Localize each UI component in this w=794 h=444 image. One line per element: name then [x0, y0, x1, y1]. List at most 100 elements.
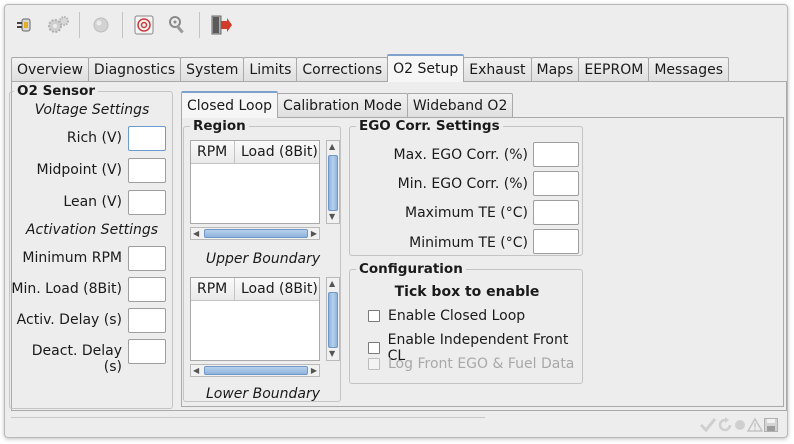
max-te-input[interactable]: [533, 200, 579, 225]
exit-door-icon: [211, 15, 232, 35]
min-te-input[interactable]: [533, 229, 579, 254]
column-header-load[interactable]: Load (8Bit): [235, 141, 318, 163]
gears-icon: [48, 16, 69, 33]
scroll-up-arrow[interactable]: ▲: [329, 142, 335, 152]
midpoint-label: Midpoint (V): [36, 162, 122, 178]
o2-sensor-title: O2 Sensor: [14, 83, 99, 99]
tab-limits[interactable]: Limits: [243, 57, 298, 82]
max-ego-corr-label: Max. EGO Corr. (%): [393, 147, 528, 163]
column-header-rpm[interactable]: RPM: [191, 141, 235, 163]
scroll-thumb[interactable]: [328, 155, 338, 211]
scroll-left-arrow[interactable]: ◀: [193, 366, 199, 376]
region-title: Region: [190, 118, 249, 134]
tab-calibration-mode[interactable]: Calibration Mode: [277, 93, 408, 118]
tab-wideband-o2[interactable]: Wideband O2: [406, 93, 514, 118]
scroll-thumb[interactable]: [204, 229, 308, 238]
tab-maps[interactable]: Maps: [530, 57, 580, 82]
scroll-up-arrow[interactable]: ▲: [329, 279, 335, 289]
min-load-label: Min. Load (8Bit): [11, 281, 122, 297]
ego-corr-group: EGO Corr. Settings Max. EGO Corr. (%) Mi…: [349, 118, 583, 256]
min-te-label: Minimum TE (°C): [409, 235, 528, 251]
target-button[interactable]: [129, 10, 159, 40]
toolbar-separator: [122, 12, 123, 38]
activ-delay-label: Activ. Delay (s): [16, 312, 122, 328]
upper-vertical-scrollbar[interactable]: ▲ ▼: [326, 140, 340, 224]
lean-label: Lean (V): [63, 194, 122, 210]
check-icon: [699, 418, 717, 433]
scroll-left-arrow[interactable]: ◀: [193, 229, 199, 239]
enable-front-cl-checkbox[interactable]: [368, 342, 380, 354]
tab-eeprom[interactable]: EEPROM: [578, 57, 650, 82]
configuration-group: Configuration Tick box to enable Enable …: [349, 261, 583, 384]
voltage-settings-heading: Voltage Settings: [34, 102, 150, 118]
scroll-down-arrow[interactable]: ▼: [329, 212, 335, 222]
tab-o2-setup[interactable]: O2 Setup: [387, 54, 465, 82]
tick-box-heading: Tick box to enable: [394, 284, 540, 300]
save-icon[interactable]: [763, 417, 779, 433]
record-button[interactable]: [86, 10, 116, 40]
scroll-thumb[interactable]: [328, 292, 338, 348]
tab-closed-loop[interactable]: Closed Loop: [181, 91, 279, 118]
rich-input[interactable]: [128, 126, 166, 151]
min-load-input[interactable]: [128, 277, 166, 302]
log-front-ego-checkbox: [368, 358, 380, 370]
tab-corrections[interactable]: Corrections: [296, 57, 389, 82]
wrench-key-icon: [169, 16, 184, 34]
table-header: RPM Load (8Bit): [191, 141, 319, 164]
app-window: Overview Diagnostics System Limits Corre…: [4, 4, 788, 438]
tab-exhaust[interactable]: Exhaust: [463, 57, 532, 82]
lean-input[interactable]: [128, 190, 166, 215]
log-front-ego-row: Log Front EGO & Fuel Data: [368, 356, 574, 372]
lower-boundary-table[interactable]: RPM Load (8Bit): [190, 277, 320, 361]
refresh-icon: [718, 417, 732, 432]
activ-delay-input[interactable]: [128, 308, 166, 333]
tab-messages[interactable]: Messages: [648, 57, 729, 82]
target-icon: [134, 15, 154, 35]
midpoint-input[interactable]: [128, 158, 166, 183]
deact-delay-input[interactable]: [128, 339, 166, 364]
status-icons: [699, 417, 779, 433]
scroll-thumb[interactable]: [204, 366, 308, 375]
tab-system[interactable]: System: [180, 57, 245, 82]
min-rpm-input[interactable]: [128, 246, 166, 271]
scroll-right-arrow[interactable]: ▶: [311, 366, 317, 376]
scroll-right-arrow[interactable]: ▶: [311, 229, 317, 239]
warning-icon: [747, 417, 763, 432]
toolbar-separator: [79, 12, 80, 38]
table-header: RPM Load (8Bit): [191, 278, 319, 301]
sub-tab-bar: Closed Loop Calibration Mode Wideband O2: [181, 91, 514, 118]
record-icon: [93, 17, 109, 33]
region-group: Region RPM Load (8Bit) ▲ ▼ ◀ ▶ Upper Bou…: [183, 118, 341, 402]
deact-delay-label: Deact. Delay (s): [31, 343, 122, 375]
activation-settings-heading: Activation Settings: [25, 222, 159, 238]
settings-button[interactable]: [43, 10, 73, 40]
upper-boundary-label: Upper Boundary: [205, 251, 321, 267]
ego-corr-title: EGO Corr. Settings: [356, 118, 503, 134]
lower-horizontal-scrollbar[interactable]: ◀ ▶: [190, 364, 320, 377]
enable-closed-loop-row[interactable]: Enable Closed Loop: [368, 308, 525, 324]
lower-vertical-scrollbar[interactable]: ▲ ▼: [326, 277, 340, 361]
column-header-rpm[interactable]: RPM: [191, 278, 235, 300]
dot-icon: [735, 420, 745, 430]
upper-horizontal-scrollbar[interactable]: ◀ ▶: [190, 227, 320, 240]
tab-diagnostics[interactable]: Diagnostics: [87, 57, 182, 82]
enable-closed-loop-checkbox[interactable]: [368, 310, 380, 322]
log-front-ego-label: Log Front EGO & Fuel Data: [388, 356, 575, 372]
o2-sensor-group: O2 Sensor Voltage Settings Rich (V) Midp…: [9, 83, 173, 409]
tools-button[interactable]: [163, 10, 193, 40]
connect-button[interactable]: [9, 10, 39, 40]
configuration-title: Configuration: [356, 261, 466, 277]
min-ego-corr-label: Min. EGO Corr. (%): [397, 176, 528, 192]
toolbar: [5, 5, 787, 45]
scroll-down-arrow[interactable]: ▼: [329, 349, 335, 359]
exit-button[interactable]: [206, 10, 236, 40]
column-header-load[interactable]: Load (8Bit): [235, 278, 318, 300]
max-ego-corr-input[interactable]: [533, 142, 579, 167]
rich-label: Rich (V): [66, 130, 122, 146]
upper-boundary-table[interactable]: RPM Load (8Bit): [190, 140, 320, 224]
toolbar-separator: [199, 12, 200, 38]
min-ego-corr-input[interactable]: [533, 171, 579, 196]
tab-overview[interactable]: Overview: [11, 57, 89, 82]
status-bar-divider: [11, 417, 485, 418]
enable-closed-loop-label: Enable Closed Loop: [388, 308, 526, 324]
